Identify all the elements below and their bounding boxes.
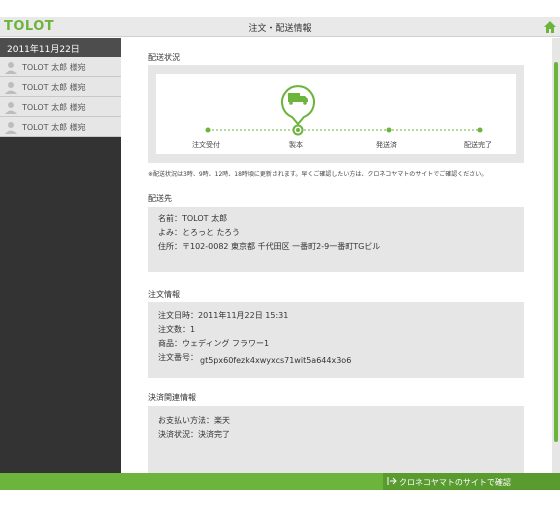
sidebar-item-label: TOLOT 太郎 様宛: [22, 103, 86, 112]
order-count: 注文数：1: [158, 325, 196, 334]
scrollbar-thumb[interactable]: [554, 62, 558, 442]
order-number-value: gt5px60fezk4xwyxcs71wit5a644x3o6: [200, 356, 352, 365]
sidebar-item[interactable]: TOLOT 太郎 様宛: [0, 77, 121, 97]
sidebar-item-label: TOLOT 太郎 様宛: [22, 63, 86, 72]
destination-name: 名前：TOLOT 太郎: [158, 214, 228, 223]
destination-title: 配送先: [148, 194, 172, 203]
sidebar-item[interactable]: TOLOT 太郎 様宛: [0, 97, 121, 117]
external-link-icon: [387, 477, 397, 485]
page-title: 注文・配送情報: [248, 24, 312, 34]
sidebar: 2011年11月22日 TOLOT 太郎 様宛 TOLOT 太郎 様宛 TOLO…: [0, 38, 121, 473]
payment-panel: お支払い方法：楽天 決済状況：決済完了: [148, 406, 524, 473]
shipping-note: ※配送状況は3時、9時、12時、18時頃に更新されます。早くご確認したい方は、ク…: [148, 171, 488, 178]
sidebar-item[interactable]: TOLOT 太郎 様宛: [0, 117, 121, 137]
user-avatar-icon: [5, 82, 17, 94]
yamato-site-button-label: クロネコヤマトのサイトで確認: [399, 478, 511, 487]
user-avatar-icon: [5, 62, 17, 74]
order-info-title: 注文情報: [148, 290, 180, 299]
shipping-status-panel: 注文受付 製本 発送済 配送完了: [148, 65, 524, 163]
destination-yomi: よみ：とろっと たろう: [158, 228, 241, 237]
order-product: 商品：ウェディング フラワー1: [158, 339, 270, 348]
payment-title: 決済関連情報: [148, 393, 196, 402]
step-label: 製本: [289, 141, 303, 149]
step-label: 配送完了: [464, 141, 492, 149]
order-number-label: 注文番号：: [158, 353, 198, 362]
sidebar-item[interactable]: TOLOT 太郎 様宛: [0, 57, 121, 77]
shipping-progress: 注文受付 製本 発送済 配送完了: [156, 74, 516, 154]
order-info-panel: 注文日時：2011年11月22日 15:31 注文数：1 商品：ウェディング フ…: [148, 302, 524, 378]
truck-icon: [281, 85, 315, 126]
user-avatar-icon: [5, 122, 17, 134]
user-avatar-icon: [5, 102, 17, 114]
payment-status: 決済状況：決済完了: [158, 430, 230, 439]
order-datetime: 注文日時：2011年11月22日 15:31: [158, 311, 289, 320]
step-label: 注文受付: [192, 141, 220, 149]
step-label: 発送済: [376, 141, 397, 149]
sidebar-item-label: TOLOT 太郎 様宛: [22, 123, 86, 132]
destination-panel: 名前：TOLOT 太郎 よみ：とろっと たろう 住所：〒102-0082 東京都…: [148, 207, 524, 272]
sidebar-date: 2011年11月22日: [0, 38, 121, 57]
top-bar: TOLOT 注文・配送情報: [0, 17, 560, 37]
shipping-status-title: 配送状況: [148, 53, 180, 62]
yamato-site-button[interactable]: クロネコヤマトのサイトで確認: [383, 473, 560, 490]
destination-address: 住所：〒102-0082 東京都 千代田区 一番町2-9一番町TGビル: [158, 242, 381, 251]
scrollbar[interactable]: [552, 38, 560, 473]
payment-method: お支払い方法：楽天: [158, 416, 230, 425]
home-icon[interactable]: [543, 20, 557, 34]
sidebar-item-label: TOLOT 太郎 様宛: [22, 83, 86, 92]
bottom-bar: クロネコヤマトのサイトで確認: [0, 473, 560, 490]
